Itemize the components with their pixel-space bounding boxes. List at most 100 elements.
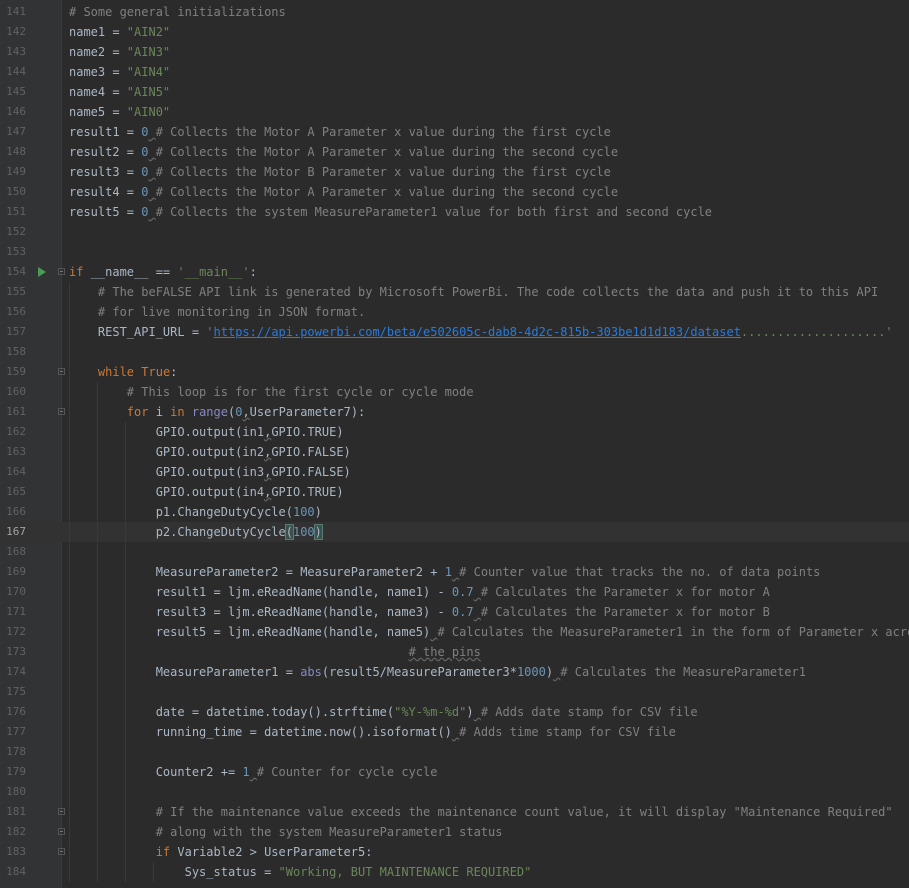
- code-editor[interactable]: 141 # Some general initializations 142 name…: [0, 0, 909, 888]
- code-token: GPIO.TRUE): [271, 425, 344, 439]
- code-line[interactable]: 165 GPIO.output(in4,GPIO.TRUE): [0, 482, 909, 502]
- code-text: REST_API_URL = 'https://api.powerbi.com/…: [69, 322, 893, 342]
- code-line[interactable]: 154 if __name__ == '__main__':: [0, 262, 909, 282]
- code-line[interactable]: 171 result3 = ljm.eReadName(handle, name…: [0, 602, 909, 622]
- code-line[interactable]: 146 name5 = "AIN0": [0, 102, 909, 122]
- code-line[interactable]: 175: [0, 682, 909, 702]
- code-text: result1 = 0 # Collects the Motor A Param…: [69, 122, 611, 142]
- line-number: 148: [6, 145, 26, 158]
- line-number: 171: [6, 605, 26, 618]
- code-text: if Variable2 > UserParameter5:: [69, 842, 373, 862]
- run-icon[interactable]: [38, 267, 46, 277]
- code-line[interactable]: 152: [0, 222, 909, 242]
- code-token: ): [313, 524, 323, 540]
- line-number: 147: [6, 125, 26, 138]
- code-line[interactable]: 147 result1 = 0 # Collects the Motor A Pa…: [0, 122, 909, 142]
- code-line[interactable]: 168: [0, 542, 909, 562]
- line-number: 161: [6, 405, 26, 418]
- code-line[interactable]: 155 # The beFALSE API link is generated …: [0, 282, 909, 302]
- code-line[interactable]: 149 result3 = 0 # Collects the Motor B Pa…: [0, 162, 909, 182]
- code-token: :: [249, 265, 257, 279]
- code-line[interactable]: 174 MeasureParameter1 = abs(result5/Meas…: [0, 662, 909, 682]
- line-number: 164: [6, 465, 26, 478]
- code-token: "AIN3": [126, 45, 171, 59]
- code-line[interactable]: 179 Counter2 += 1 # Counter for cycle cy…: [0, 762, 909, 782]
- code-line[interactable]: 161 for i in range(0,UserParameter7):: [0, 402, 909, 422]
- fold-icon[interactable]: [58, 408, 65, 415]
- code-token: # Calculates the Parameter x for motor A: [480, 585, 770, 599]
- line-number: 162: [6, 425, 26, 438]
- code-token: date = datetime.today().strftime(: [69, 705, 395, 719]
- code-line[interactable]: 164 GPIO.output(in3,GPIO.FALSE): [0, 462, 909, 482]
- code-token: # The beFALSE API link is generated by M…: [97, 285, 879, 299]
- fold-icon[interactable]: [58, 368, 65, 375]
- code-line[interactable]: 153: [0, 242, 909, 262]
- line-number: 182: [6, 825, 26, 838]
- code-text: result2 = 0 # Collects the Motor A Param…: [69, 142, 618, 162]
- code-token: ': [206, 325, 214, 339]
- code-line[interactable]: 145 name4 = "AIN5": [0, 82, 909, 102]
- fold-icon[interactable]: [58, 268, 65, 275]
- code-line[interactable]: 169 MeasureParameter2 = MeasureParameter…: [0, 562, 909, 582]
- code-token: (result5/MeasureParameter3*: [321, 665, 517, 679]
- code-line[interactable]: 163 GPIO.output(in2,GPIO.FALSE): [0, 442, 909, 462]
- code-token: 1: [242, 765, 250, 779]
- code-line[interactable]: 180: [0, 782, 909, 802]
- code-token: Variable2 > UserParameter5:: [177, 845, 373, 859]
- line-number: 159: [6, 365, 26, 378]
- code-line[interactable]: 144 name3 = "AIN4": [0, 62, 909, 82]
- code-token: __name__ ==: [90, 265, 178, 279]
- code-line[interactable]: 159 while True:: [0, 362, 909, 382]
- code-token: True: [141, 365, 171, 379]
- code-line[interactable]: 182 # along with the system MeasureParam…: [0, 822, 909, 842]
- line-number: 151: [6, 205, 26, 218]
- code-line[interactable]: 156 # for live monitoring in JSON format…: [0, 302, 909, 322]
- code-line[interactable]: 158: [0, 342, 909, 362]
- code-line[interactable]: 166 p1.ChangeDutyCycle(100): [0, 502, 909, 522]
- code-line[interactable]: 184 Sys_status = "Working, BUT MAINTENAN…: [0, 862, 909, 882]
- code-token: "%Y-%m-%d": [394, 705, 467, 719]
- code-line[interactable]: 151 result5 = 0 # Collects the system Mea…: [0, 202, 909, 222]
- code-line[interactable]: 167 p2.ChangeDutyCycle(100): [0, 522, 909, 542]
- code-line[interactable]: 150 result4 = 0 # Collects the Motor A Pa…: [0, 182, 909, 202]
- code-token: # Calculates the MeasureParameter1: [560, 665, 806, 679]
- code-line[interactable]: 181 # If the maintenance value exceeds t…: [0, 802, 909, 822]
- code-line[interactable]: 172 result5 = ljm.eReadName(handle, name…: [0, 622, 909, 642]
- fold-icon[interactable]: [58, 808, 65, 815]
- indent-guide: [97, 382, 98, 882]
- line-number: 175: [6, 685, 26, 698]
- line-number: 165: [6, 485, 26, 498]
- code-token: 0.7: [451, 605, 474, 619]
- code-line[interactable]: 170 result1 = ljm.eReadName(handle, name…: [0, 582, 909, 602]
- code-line[interactable]: 178: [0, 742, 909, 762]
- code-token: name1 =: [69, 25, 127, 39]
- fold-icon[interactable]: [58, 848, 65, 855]
- code-line[interactable]: 177 running_time = datetime.now().isofor…: [0, 722, 909, 742]
- code-token: # Calculates the Parameter x for motor B: [480, 605, 770, 619]
- code-token: p1.ChangeDutyCycle(: [69, 505, 293, 519]
- code-text: name2 = "AIN3": [69, 42, 170, 62]
- code-text: # If the maintenance value exceeds the m…: [69, 802, 893, 822]
- code-text: result5 = ljm.eReadName(handle, name5) #…: [69, 622, 909, 642]
- code-line[interactable]: 160 # This loop is for the first cycle o…: [0, 382, 909, 402]
- fold-icon[interactable]: [58, 828, 65, 835]
- code-line[interactable]: 183 if Variable2 > UserParameter5:: [0, 842, 909, 862]
- code-line[interactable]: 148 result2 = 0 # Collects the Motor A Pa…: [0, 142, 909, 162]
- code-line[interactable]: 176 date = datetime.today().strftime("%Y…: [0, 702, 909, 722]
- code-token: ): [314, 505, 322, 519]
- code-line[interactable]: 157 REST_API_URL = 'https://api.powerbi.…: [0, 322, 909, 342]
- code-line[interactable]: 141 # Some general initializations: [0, 2, 909, 22]
- code-line[interactable]: 142 name1 = "AIN2": [0, 22, 909, 42]
- code-line[interactable]: 173 # the pins: [0, 642, 909, 662]
- line-number: 169: [6, 565, 26, 578]
- code-line[interactable]: 162 GPIO.output(in1,GPIO.TRUE): [0, 422, 909, 442]
- code-token: 100: [292, 505, 315, 519]
- code-line[interactable]: 143 name2 = "AIN3": [0, 42, 909, 62]
- code-token: GPIO.TRUE): [271, 485, 344, 499]
- code-token: 1: [444, 565, 452, 579]
